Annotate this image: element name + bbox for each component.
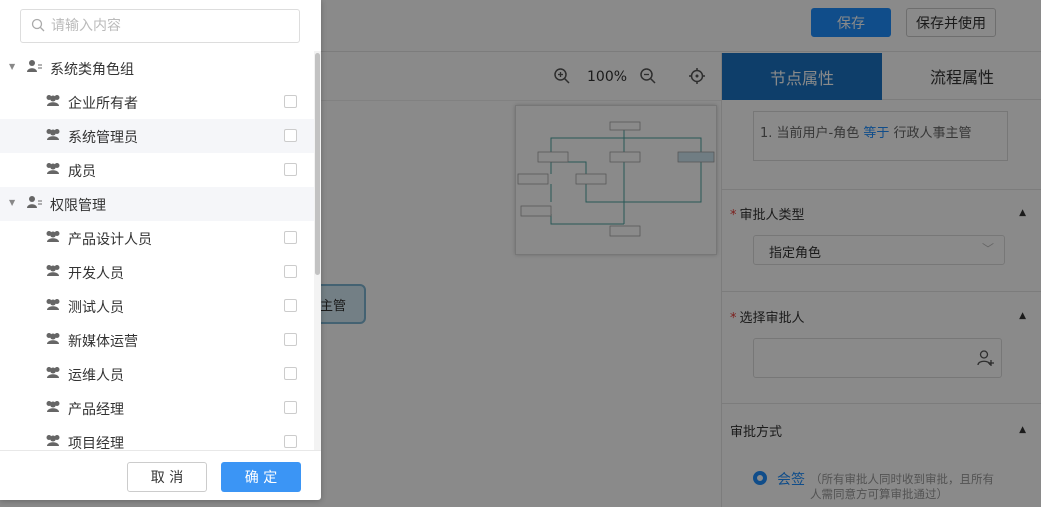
checkbox[interactable] [284,333,297,346]
users-icon [45,298,61,313]
users-icon [45,366,61,381]
checkbox[interactable] [284,129,297,142]
group-row[interactable]: ▼ 系统类角色组 [0,51,314,85]
role-picker-popup: ▼ 系统类角色组 企业所有者 系统管理员 成员 ▼ 权限管理 产品设计人员 [0,0,321,500]
item-label: 成员 [68,164,96,180]
item-label: 开发人员 [68,266,124,282]
users-icon [45,94,61,109]
checkbox[interactable] [284,163,297,176]
user-group-icon [27,195,43,212]
search-box[interactable] [20,9,300,43]
search-input[interactable] [51,16,291,36]
users-icon [45,400,61,415]
list-item[interactable]: 成员 [0,153,314,187]
list-item[interactable]: 企业所有者 [0,85,314,119]
checkbox[interactable] [284,367,297,380]
confirm-button[interactable]: 确 定 [221,462,301,492]
group-row[interactable]: ▼ 权限管理 [0,187,314,221]
popup-footer: 取 消 确 定 [0,450,321,500]
users-icon [45,128,61,143]
cancel-button[interactable]: 取 消 [127,462,207,492]
list-item[interactable]: 开发人员 [0,255,314,289]
group-label: 权限管理 [50,198,106,214]
item-label: 测试人员 [68,300,124,316]
item-label: 产品经理 [68,402,124,418]
user-group-icon [27,59,43,76]
role-tree: ▼ 系统类角色组 企业所有者 系统管理员 成员 ▼ 权限管理 产品设计人员 开发… [0,51,321,450]
item-label: 企业所有者 [68,96,138,112]
list-item[interactable]: 产品设计人员 [0,221,314,255]
list-item[interactable]: 项目经理 [0,425,314,450]
search-icon [31,18,45,36]
item-label: 产品设计人员 [68,232,152,248]
scrollbar[interactable] [314,51,321,450]
group-label: 系统类角色组 [50,62,134,78]
item-label: 运维人员 [68,368,124,384]
checkbox[interactable] [284,265,297,278]
caret-down-icon[interactable]: ▼ [9,62,15,71]
checkbox[interactable] [284,299,297,312]
users-icon [45,264,61,279]
list-item[interactable]: 测试人员 [0,289,314,323]
checkbox[interactable] [284,435,297,448]
users-icon [45,434,61,449]
checkbox[interactable] [284,231,297,244]
list-item[interactable]: 新媒体运营 [0,323,314,357]
list-item[interactable]: 系统管理员 [0,119,314,153]
item-label: 系统管理员 [68,130,138,146]
list-item[interactable]: 产品经理 [0,391,314,425]
item-label: 新媒体运营 [68,334,138,350]
users-icon [45,230,61,245]
list-item[interactable]: 运维人员 [0,357,314,391]
users-icon [45,162,61,177]
checkbox[interactable] [284,401,297,414]
item-label: 项目经理 [68,436,124,450]
caret-down-icon[interactable]: ▼ [9,198,15,207]
checkbox[interactable] [284,95,297,108]
scrollbar-thumb[interactable] [315,53,320,275]
users-icon [45,332,61,347]
